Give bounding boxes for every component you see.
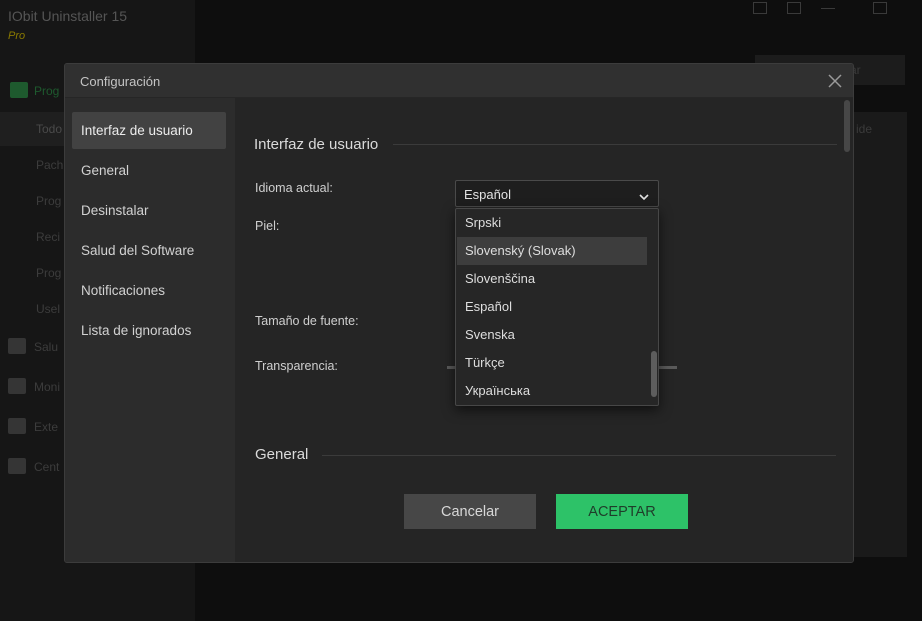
background-close-icon (907, 2, 921, 14)
accept-button[interactable]: ACEPTAR (556, 494, 688, 529)
health-icon (8, 338, 26, 354)
skin-label: Piel: (255, 219, 280, 233)
close-icon[interactable] (825, 71, 845, 91)
background-item-useless: Usel (36, 302, 61, 316)
nav-item-salud-del-software[interactable]: Salud del Software (72, 232, 226, 269)
monitor-icon (8, 378, 26, 394)
background-theme-icon (787, 2, 801, 14)
background-right-panel: ide (852, 112, 907, 557)
language-option[interactable]: Svenska (457, 321, 647, 349)
settings-nav: Interfaz de usuario General Desinstalar … (65, 98, 235, 562)
background-item-all: Todo (36, 122, 63, 136)
transparency-label: Transparencia: (255, 359, 338, 373)
language-option[interactable]: Slovenský (Slovak) (457, 237, 647, 265)
background-item-health: Salu (34, 340, 59, 354)
programs-icon (10, 82, 28, 98)
background-item-programs-3: Prog (36, 266, 62, 280)
language-label: Idioma actual: (255, 181, 333, 195)
cancel-button[interactable]: Cancelar (404, 494, 536, 529)
background-item-programs: Prog (34, 84, 60, 98)
nav-item-lista-de-ignorados[interactable]: Lista de ignorados (72, 312, 226, 349)
language-select[interactable]: Español (455, 180, 659, 207)
background-item-programs-2: Prog (36, 194, 62, 208)
background-item-recent: Reci (36, 230, 61, 244)
nav-item-notificaciones[interactable]: Notificaciones (72, 272, 226, 309)
background-item-center: Cent (34, 460, 60, 474)
background-right-panel-label: ide (856, 122, 873, 136)
section-title-general: General (255, 446, 309, 463)
background-app-edition: Pro (8, 30, 26, 42)
background-item-patches: Pach (36, 158, 64, 172)
center-icon (8, 458, 26, 474)
language-option[interactable]: Slovenščina (457, 265, 647, 293)
extensions-icon (8, 418, 26, 434)
language-dropdown: Srpski Slovenský (Slovak) Slovenščina Es… (455, 208, 659, 406)
dialog-title: Configuración (80, 74, 161, 89)
language-option[interactable]: Srpski (457, 209, 647, 237)
section-divider-ui (393, 144, 837, 145)
language-option[interactable]: Türkçe (457, 349, 647, 377)
dropdown-scrollbar[interactable] (651, 351, 657, 397)
background-menu-icon (753, 2, 767, 14)
language-select-value: Español (464, 187, 511, 202)
background-minimize-icon (821, 8, 835, 10)
dialog-header: Configuración (65, 64, 853, 98)
section-divider-general (322, 455, 836, 456)
chevron-down-icon (638, 189, 650, 201)
content-scrollbar[interactable] (844, 100, 850, 152)
language-option[interactable]: Українська (457, 377, 647, 405)
nav-item-desinstalar[interactable]: Desinstalar (72, 192, 226, 229)
font-size-label: Tamaño de fuente: (255, 314, 359, 328)
background-item-monitor: Moni (34, 380, 61, 394)
background-maximize-icon (873, 2, 887, 14)
background-item-extensions: Exte (34, 420, 59, 434)
settings-content: Interfaz de usuario Idioma actual: Españ… (235, 98, 853, 562)
background-app-title: IObit Uninstaller 15 (8, 8, 128, 24)
settings-dialog: Configuración Interfaz de usuario Genera… (64, 63, 854, 563)
section-title-ui: Interfaz de usuario (254, 136, 379, 153)
nav-item-general[interactable]: General (72, 152, 226, 189)
language-option[interactable]: Español (457, 293, 647, 321)
nav-item-interfaz-de-usuario[interactable]: Interfaz de usuario (72, 112, 226, 149)
